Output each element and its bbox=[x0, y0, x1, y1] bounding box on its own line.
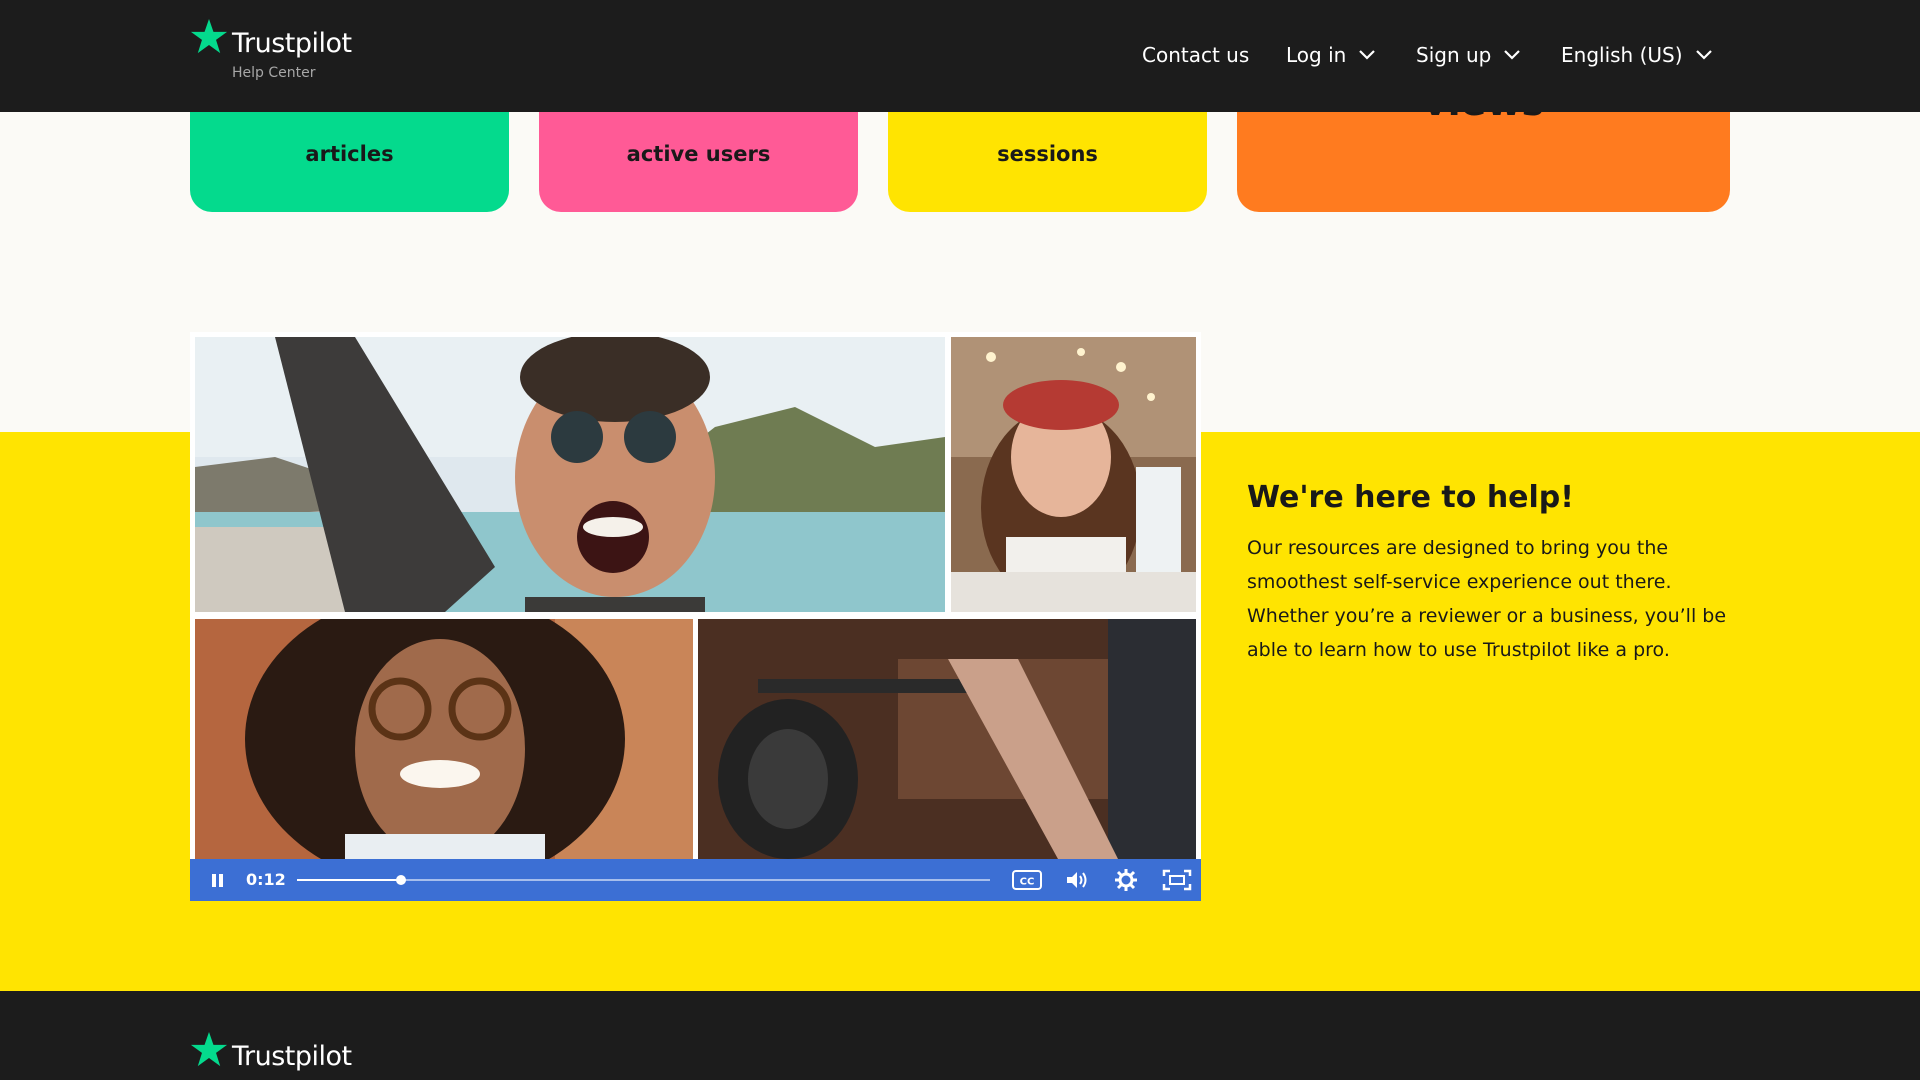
video-progress-knob[interactable] bbox=[395, 875, 406, 885]
nav-log-in[interactable]: Log in bbox=[1286, 43, 1376, 67]
svg-text:CC: CC bbox=[1020, 877, 1035, 888]
nav-log-in-label: Log in bbox=[1286, 43, 1347, 67]
closed-captions-icon[interactable]: CC bbox=[1011, 868, 1043, 892]
nav-language-label: English (US) bbox=[1561, 43, 1683, 67]
chevron-down-icon bbox=[1695, 50, 1712, 60]
chevron-down-icon bbox=[1504, 50, 1521, 60]
star-logo-icon bbox=[190, 1031, 228, 1067]
footer-logo-wordmark: Trustpilot bbox=[232, 1041, 352, 1072]
fullscreen-icon[interactable] bbox=[1162, 868, 1192, 892]
video-tile-bicycle bbox=[698, 619, 1196, 859]
stat-label: sessions bbox=[997, 142, 1098, 166]
site-footer: Trustpilot bbox=[0, 991, 1920, 1080]
nav-sign-up-label: Sign up bbox=[1416, 43, 1492, 67]
logo-subtitle: Help Center bbox=[232, 65, 316, 81]
chevron-down-icon bbox=[1359, 50, 1376, 60]
settings-icon[interactable] bbox=[1113, 868, 1139, 892]
video-tile-man-selfie bbox=[195, 337, 945, 612]
nav-contact-us-label: Contact us bbox=[1142, 43, 1250, 67]
nav-sign-up[interactable]: Sign up bbox=[1416, 43, 1521, 67]
site-header: Trustpilot Help Center Contact us Log in… bbox=[0, 0, 1920, 112]
help-description: Our resources are designed to bring you … bbox=[1247, 537, 1727, 661]
logo-wordmark: Trustpilot bbox=[232, 28, 352, 59]
pause-icon[interactable] bbox=[204, 868, 230, 892]
help-heading: We're here to help! bbox=[1247, 480, 1574, 515]
stat-label: articles bbox=[305, 142, 394, 166]
video-progress-fill bbox=[297, 879, 401, 881]
volume-icon[interactable] bbox=[1064, 868, 1090, 892]
stat-label: active users bbox=[626, 142, 771, 166]
video-current-time: 0:12 bbox=[246, 870, 286, 889]
video-player[interactable]: 0:12 CC bbox=[190, 332, 1201, 901]
nav-language-select[interactable]: English (US) bbox=[1561, 43, 1713, 67]
nav-contact-us[interactable]: Contact us bbox=[1142, 43, 1249, 67]
video-progress-bar[interactable] bbox=[297, 875, 990, 885]
video-controls-bar: 0:12 CC bbox=[190, 859, 1201, 901]
video-tile-woman-smiling bbox=[195, 619, 693, 859]
star-logo-icon bbox=[190, 18, 228, 54]
video-tile-woman-cafe bbox=[951, 337, 1196, 612]
